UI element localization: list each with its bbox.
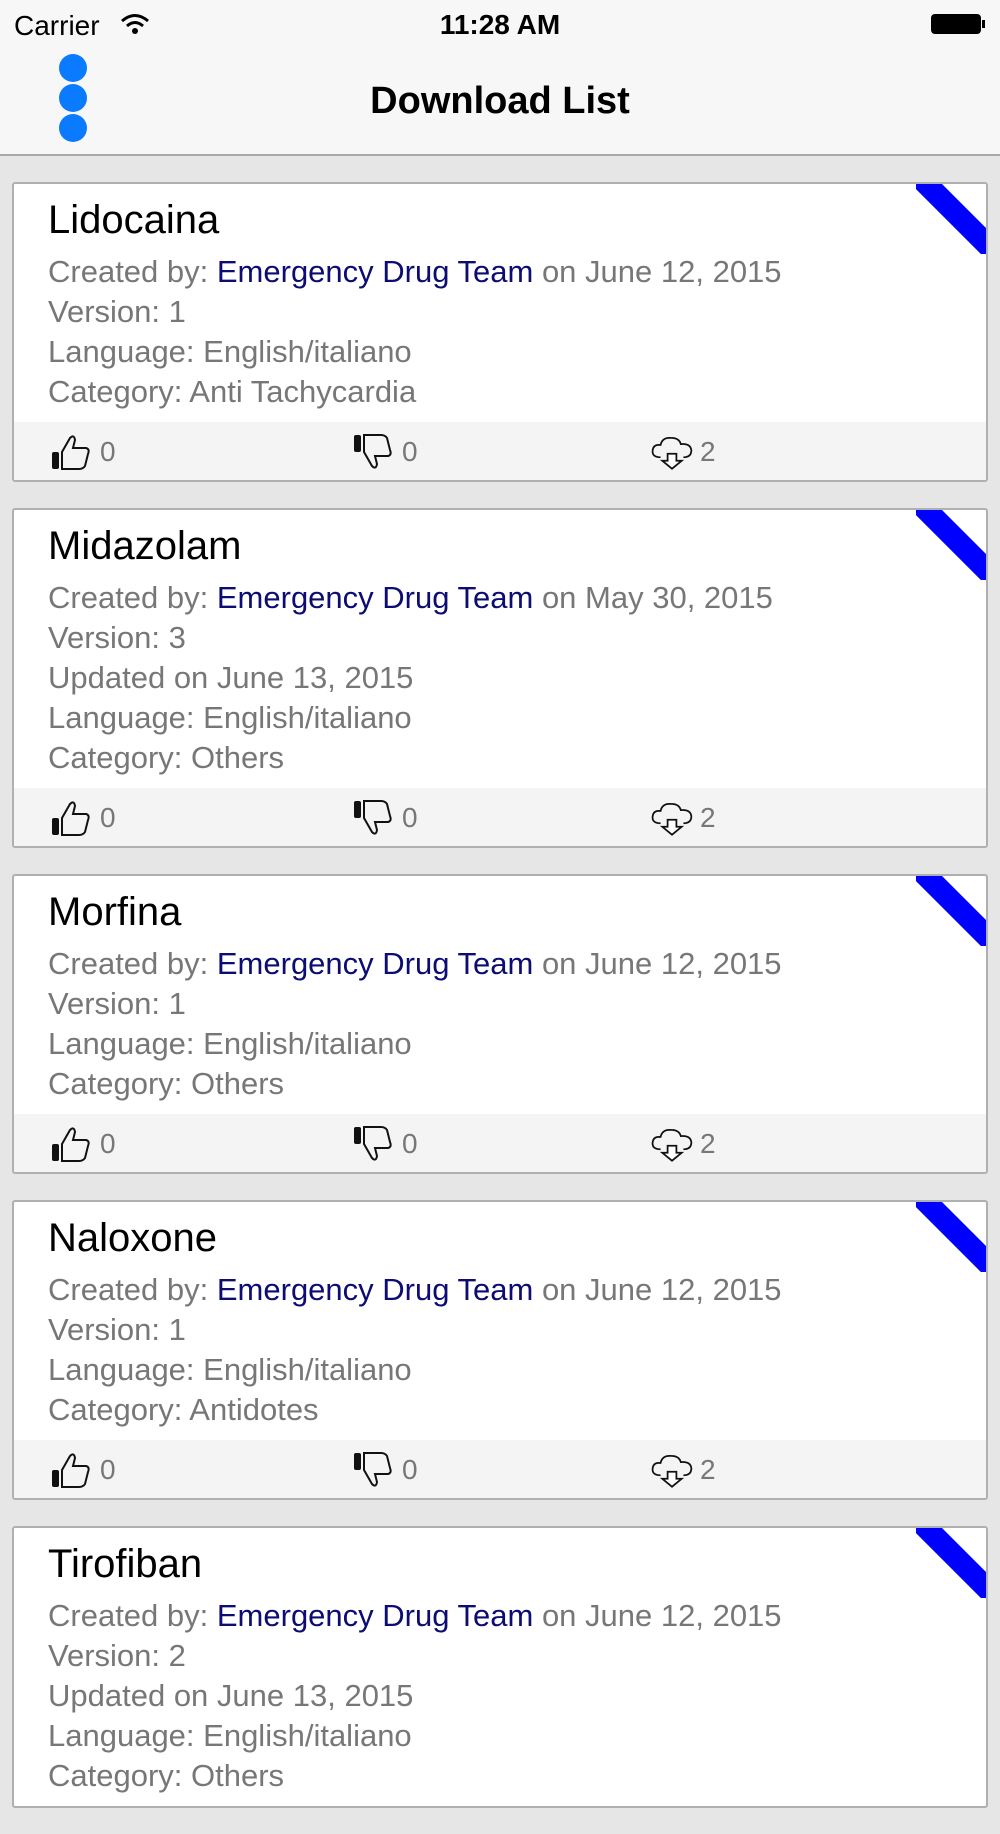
item-title: Tirofiban — [48, 1542, 203, 1586]
version-line: Version: 1 — [48, 294, 186, 329]
thumbs-up-icon — [52, 801, 90, 836]
thumbs-up-icon — [52, 1127, 90, 1162]
list-item[interactable]: Lidocaina Created by: Emergency Drug Tea… — [12, 182, 988, 482]
category-line: Category: Others — [48, 1066, 285, 1101]
thumbs-up-icon — [52, 1453, 90, 1488]
cloud-download-icon — [651, 1128, 693, 1162]
dislike-button[interactable]: 0 — [352, 798, 418, 838]
cloud-download-icon — [651, 1454, 693, 1488]
clock: 11:28 AM — [439, 9, 561, 40]
author-link[interactable]: Emergency Drug Team — [217, 580, 533, 615]
list-item[interactable]: Naloxone Created by: Emergency Drug Team… — [12, 1200, 988, 1500]
corner-ribbon — [916, 510, 986, 580]
created-line: Created by: Emergency Drug Team on June … — [48, 946, 782, 981]
updated-line: Updated on June 13, 2015 — [48, 660, 414, 695]
item-title: Lidocaina — [48, 198, 220, 242]
download-count: 2 — [700, 802, 716, 833]
like-button[interactable]: 0 — [50, 1450, 116, 1490]
download-button[interactable]: 2 — [650, 1450, 716, 1490]
thumbs-down-icon — [354, 434, 392, 469]
category-line: Category: Anti Tachycardia — [48, 374, 417, 409]
language-line: Language: English/italiano — [48, 700, 412, 735]
language-line: Language: English/italiano — [48, 334, 412, 369]
version-line: Version: 1 — [48, 1312, 186, 1347]
download-button[interactable]: 2 — [650, 1124, 716, 1164]
action-bar: 0 0 2 — [14, 788, 986, 846]
author-link[interactable]: Emergency Drug Team — [217, 1272, 533, 1307]
menu-dot-icon — [59, 54, 87, 82]
dislike-button[interactable]: 0 — [352, 432, 418, 472]
download-count: 2 — [700, 436, 716, 467]
thumbs-down-icon — [354, 1126, 392, 1161]
dislike-button[interactable]: 0 — [352, 1124, 418, 1164]
thumbs-down-icon — [354, 800, 392, 835]
created-line: Created by: Emergency Drug Team on May 3… — [48, 580, 773, 615]
language-line: Language: English/italiano — [48, 1026, 412, 1061]
corner-ribbon — [916, 1528, 986, 1598]
action-bar: 0 0 2 — [14, 422, 986, 480]
list-item[interactable]: Tirofiban Created by: Emergency Drug Tea… — [12, 1526, 988, 1808]
version-line: Version: 3 — [48, 620, 186, 655]
like-button[interactable]: 0 — [50, 1124, 116, 1164]
created-line: Created by: Emergency Drug Team on June … — [48, 254, 782, 289]
list-item[interactable]: Morfina Created by: Emergency Drug Team … — [12, 874, 988, 1174]
thumbs-up-icon — [52, 435, 90, 470]
dislike-count: 0 — [402, 1128, 418, 1159]
action-bar: 0 0 2 — [14, 1114, 986, 1172]
created-line: Created by: Emergency Drug Team on June … — [48, 1598, 782, 1633]
like-count: 0 — [100, 802, 116, 833]
like-button[interactable]: 0 — [50, 432, 116, 472]
cloud-download-icon — [651, 436, 693, 470]
language-line: Language: English/italiano — [48, 1718, 412, 1753]
category-line: Category: Antidotes — [48, 1392, 319, 1427]
version-line: Version: 1 — [48, 986, 186, 1021]
download-count: 2 — [700, 1454, 716, 1485]
navigation-bar: Download List — [0, 50, 1000, 156]
page-title: Download List — [370, 80, 630, 122]
author-link[interactable]: Emergency Drug Team — [217, 254, 533, 289]
created-line: Created by: Emergency Drug Team on June … — [48, 1272, 782, 1307]
author-link[interactable]: Emergency Drug Team — [217, 1598, 533, 1633]
thumbs-down-icon — [354, 1452, 392, 1487]
dislike-button[interactable]: 0 — [352, 1450, 418, 1490]
version-line: Version: 2 — [48, 1638, 186, 1673]
list-item[interactable]: Midazolam Created by: Emergency Drug Tea… — [12, 508, 988, 848]
like-button[interactable]: 0 — [50, 798, 116, 838]
language-line: Language: English/italiano — [48, 1352, 412, 1387]
dislike-count: 0 — [402, 436, 418, 467]
item-title: Naloxone — [48, 1216, 218, 1260]
like-count: 0 — [100, 1128, 116, 1159]
download-button[interactable]: 2 — [650, 432, 716, 472]
cloud-download-icon — [651, 802, 693, 836]
dislike-count: 0 — [402, 802, 418, 833]
author-link[interactable]: Emergency Drug Team — [217, 946, 533, 981]
updated-line: Updated on June 13, 2015 — [48, 1678, 414, 1713]
battery-icon — [931, 14, 985, 34]
action-bar: 0 0 2 — [14, 1440, 986, 1498]
status-bar: Carrier 11:28 AM — [0, 0, 1000, 50]
item-title: Midazolam — [48, 524, 242, 568]
dislike-count: 0 — [402, 1454, 418, 1485]
like-count: 0 — [100, 436, 116, 467]
category-line: Category: Others — [48, 1758, 285, 1793]
corner-ribbon — [916, 1202, 986, 1272]
like-count: 0 — [100, 1454, 116, 1485]
download-button[interactable]: 2 — [650, 798, 716, 838]
corner-ribbon — [916, 876, 986, 946]
download-count: 2 — [700, 1128, 716, 1159]
item-title: Morfina — [48, 890, 182, 934]
category-line: Category: Others — [48, 740, 285, 775]
download-list: Lidocaina Created by: Emergency Drug Tea… — [12, 182, 988, 1834]
corner-ribbon — [916, 184, 986, 254]
